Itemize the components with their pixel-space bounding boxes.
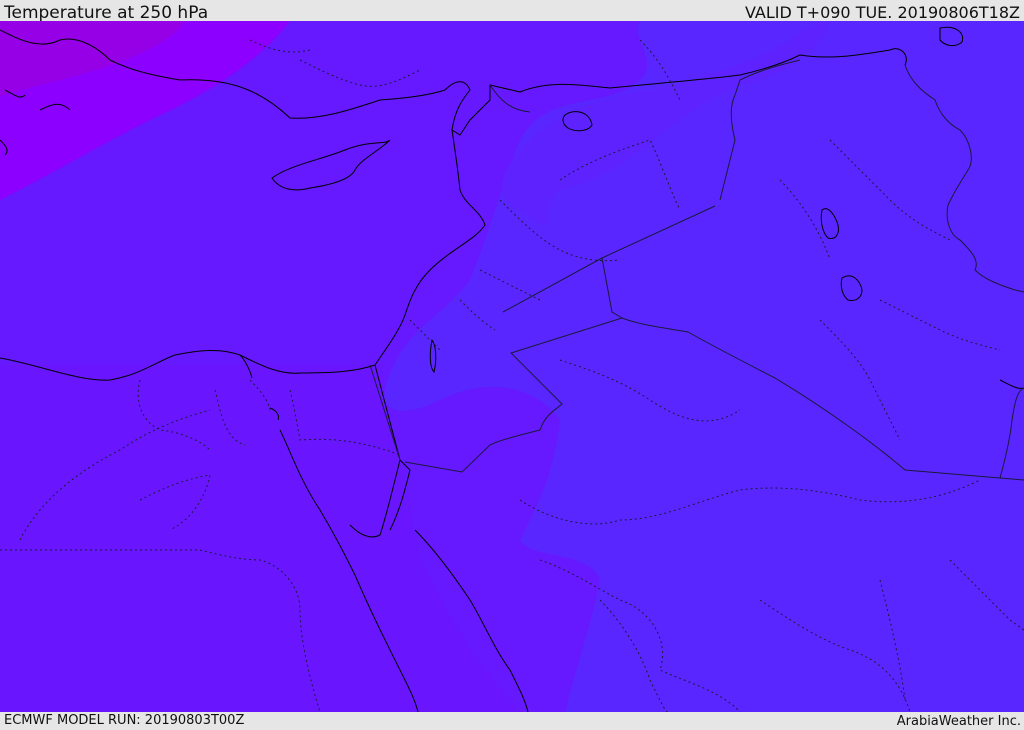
credit-label: ArabiaWeather Inc. xyxy=(896,714,1021,729)
model-run-label: ECMWF MODEL RUN: 20190803T00Z xyxy=(4,713,245,728)
valid-time-label: VALID T+090 TUE. 20190806T18Z xyxy=(744,3,1020,22)
map-title: Temperature at 250 hPa xyxy=(4,3,209,23)
header-bar: Temperature at 250 hPa VALID T+090 TUE. … xyxy=(0,0,1024,23)
weather-map[interactable] xyxy=(0,21,1024,712)
footer-bar: ECMWF MODEL RUN: 20190803T00Z ArabiaWeat… xyxy=(0,712,1024,729)
map-canvas xyxy=(0,21,1024,712)
